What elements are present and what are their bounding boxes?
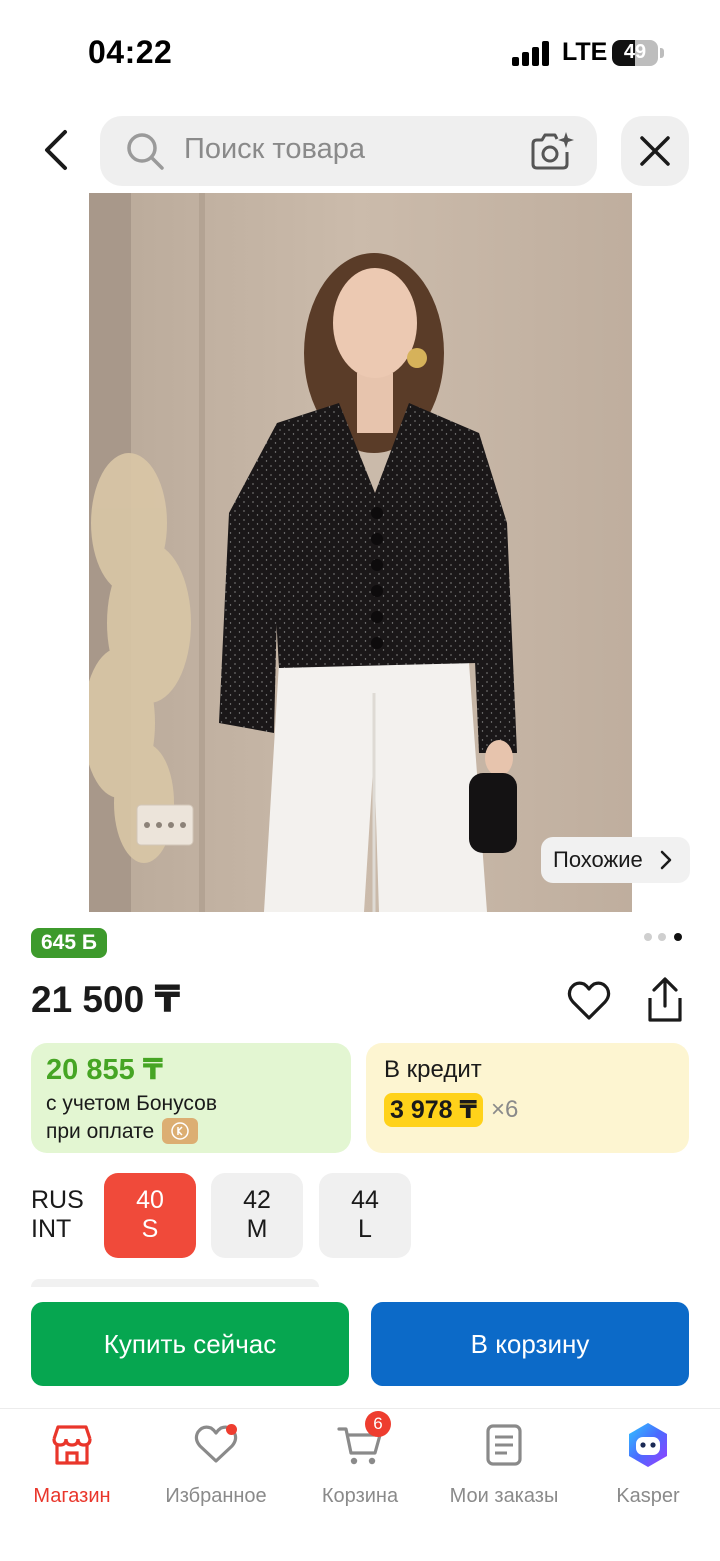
- product-price: 21 500 ₸: [31, 979, 181, 1020]
- credit-monthly-amount: 3 978 ₸: [384, 1093, 483, 1127]
- search-placeholder: Поиск товара: [184, 133, 365, 165]
- chevron-left-icon: [45, 130, 67, 170]
- page-dot: [658, 933, 666, 941]
- battery-cap: [660, 48, 664, 58]
- nav-label: Корзина: [321, 1485, 399, 1507]
- size-option-42[interactable]: 42 M: [211, 1173, 303, 1258]
- size-system-rus: RUS: [31, 1186, 84, 1214]
- orders-icon: [486, 1424, 522, 1466]
- credit-card[interactable]: В кредит 3 978 ₸ ×6: [366, 1043, 689, 1153]
- size-int: M: [246, 1215, 268, 1243]
- nav-label: Kasper: [616, 1485, 680, 1507]
- camera-ai-icon[interactable]: [528, 130, 574, 172]
- network-type: LTE: [562, 38, 608, 66]
- size-rus: 40: [136, 1186, 164, 1214]
- similar-button[interactable]: Похожие: [541, 837, 690, 883]
- nav-item-cart[interactable]: Корзина: [288, 1421, 432, 1513]
- kaspi-gold-icon: [162, 1118, 198, 1144]
- nav-item-favorites[interactable]: Избранное: [144, 1421, 288, 1513]
- scroll-content-edge: [31, 1279, 319, 1287]
- page-dot-active: [674, 933, 682, 941]
- signal-icon: [512, 40, 550, 66]
- battery-level: 49: [623, 41, 647, 63]
- product-photo: [89, 193, 632, 912]
- size-option-40[interactable]: 40 S: [104, 1173, 196, 1258]
- nav-label: Избранное: [165, 1485, 267, 1507]
- shop-icon: [52, 1425, 92, 1465]
- back-button[interactable]: [28, 120, 84, 180]
- search-input[interactable]: Поиск товара: [100, 116, 597, 186]
- favorites-notification-dot: [226, 1424, 237, 1435]
- status-time: 04:22: [88, 34, 173, 70]
- size-system-int: INT: [31, 1215, 72, 1243]
- similar-label: Похожие: [553, 847, 643, 872]
- nav-item-shop[interactable]: Магазин: [0, 1421, 144, 1513]
- credit-months: ×6: [491, 1096, 519, 1123]
- bonus-caption: с учетом Бонусов: [46, 1092, 217, 1115]
- heart-icon[interactable]: [566, 978, 612, 1024]
- size-int: L: [358, 1215, 372, 1243]
- share-icon[interactable]: [642, 976, 688, 1024]
- page-dot: [644, 933, 652, 941]
- bonus-payment-caption: при оплате: [46, 1120, 155, 1143]
- battery-icon: 49: [612, 40, 658, 66]
- search-icon: [127, 133, 164, 170]
- size-int: S: [141, 1215, 159, 1243]
- bonus-badge: 645 Б: [31, 928, 107, 958]
- size-rus: 44: [351, 1186, 379, 1214]
- size-option-44[interactable]: 44 L: [319, 1173, 411, 1258]
- nav-label: Мои заказы: [449, 1485, 559, 1507]
- status-bar: 04:22 LTE 49: [0, 0, 720, 100]
- kasper-icon: [629, 1423, 667, 1467]
- bonus-price: 20 855 ₸: [46, 1054, 163, 1086]
- size-rus: 42: [243, 1186, 271, 1214]
- bonus-price-card[interactable]: 20 855 ₸ с учетом Бонусов при оплате: [31, 1043, 351, 1153]
- buy-now-button[interactable]: Купить сейчас: [31, 1302, 349, 1386]
- product-image[interactable]: [89, 193, 632, 912]
- close-icon: [640, 136, 670, 166]
- cart-count-badge: 6: [365, 1411, 391, 1437]
- add-to-cart-button[interactable]: В корзину: [371, 1302, 689, 1386]
- size-system-labels: RUS INT: [31, 1186, 84, 1244]
- bottom-nav: Магазин Избранное Корзина Мои заказы Kas…: [0, 1408, 720, 1561]
- nav-item-orders[interactable]: Мои заказы: [432, 1421, 576, 1513]
- close-button[interactable]: [621, 116, 689, 186]
- chevron-right-icon: [660, 850, 672, 870]
- credit-title: В кредит: [384, 1056, 482, 1083]
- image-pagination: [642, 931, 686, 943]
- nav-item-kasper[interactable]: Kasper: [576, 1421, 720, 1513]
- nav-label: Магазин: [33, 1485, 111, 1507]
